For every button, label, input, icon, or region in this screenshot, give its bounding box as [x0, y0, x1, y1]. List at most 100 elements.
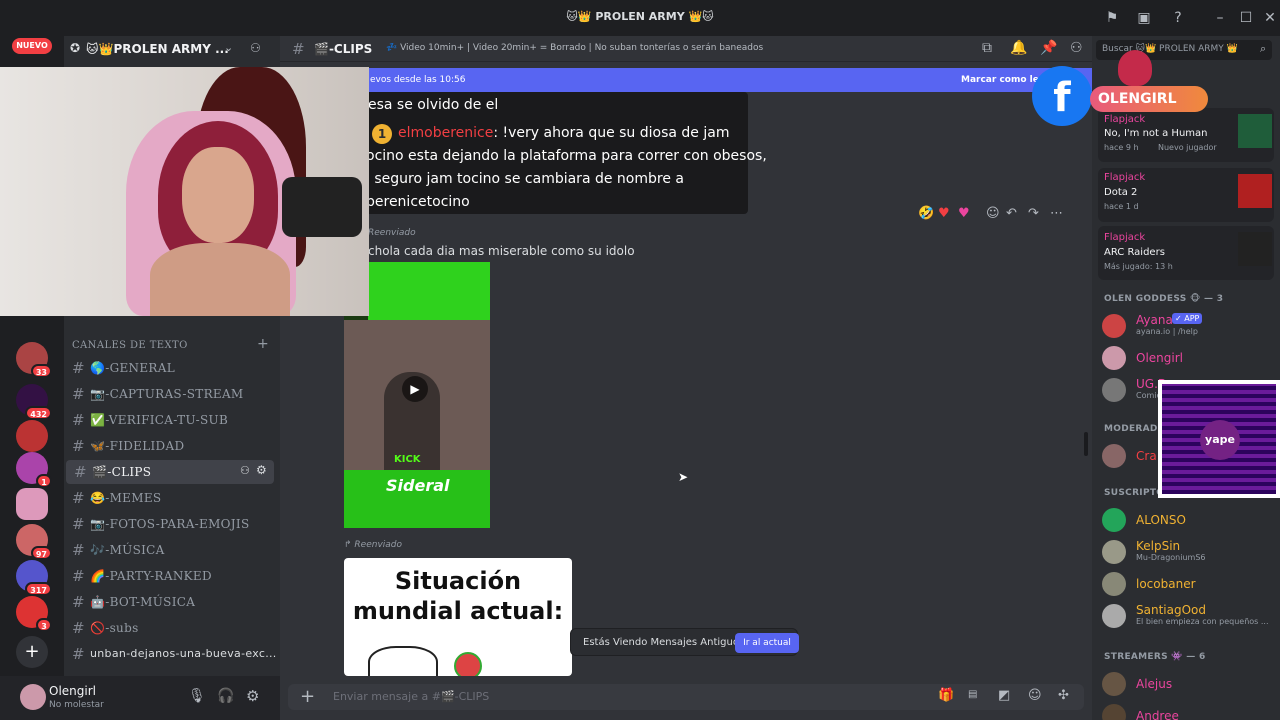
- member-alejus[interactable]: Alejus: [1102, 668, 1278, 700]
- server-icon[interactable]: 1: [16, 452, 52, 488]
- emoji-icon[interactable]: ☺: [1028, 688, 1042, 703]
- help-icon[interactable]: ?: [1168, 8, 1188, 28]
- sticker-icon[interactable]: ◩: [998, 688, 1010, 703]
- message-line: chola cada dia mas miserable como su ido…: [368, 244, 635, 258]
- reply-icon[interactable]: ↶: [1006, 206, 1017, 221]
- message-author[interactable]: elmoberenice: [398, 125, 493, 141]
- activity-game: ARC Raiders: [1104, 247, 1165, 258]
- server-icon[interactable]: 97: [16, 524, 52, 560]
- image-attachment[interactable]: Situación mundial actual:: [344, 558, 572, 676]
- avatar[interactable]: [20, 684, 46, 710]
- bell-icon[interactable]: 🔔: [1010, 40, 1027, 56]
- avatar: [1102, 444, 1126, 468]
- channel-subs[interactable]: # 🚫-subs: [64, 616, 280, 640]
- invite-icon[interactable]: ⚇: [240, 464, 250, 477]
- activity-card[interactable]: Flapjack No, I'm not a Human hace 9 h Nu…: [1098, 108, 1274, 162]
- minimize-icon[interactable]: –: [1210, 8, 1230, 28]
- add-channel-icon[interactable]: +: [257, 336, 269, 352]
- video-frame-green: Sideral: [344, 470, 490, 528]
- member-ayana[interactable]: Ayana ✓ APP ayana.io | /help: [1102, 310, 1278, 342]
- activity-card[interactable]: Flapjack ARC Raiders Más jugado: 13 h: [1098, 226, 1274, 280]
- microphone-icon[interactable]: 🎙: [188, 688, 206, 704]
- server-header[interactable]: ✪ 🐱👑PROLEN ARMY ... ⌄ ⚇: [64, 36, 280, 62]
- hash-icon: #: [72, 489, 85, 507]
- activity-user: Flapjack: [1104, 232, 1146, 243]
- old-messages-text: Estás Viendo Mensajes Antiguos: [583, 637, 745, 648]
- pink-heart-emoji-icon[interactable]: ♥: [958, 206, 970, 221]
- server-name: 🐱👑PROLEN ARMY ...: [86, 42, 229, 56]
- channel-party-ranked[interactable]: # 🌈-PARTY-RANKED: [64, 564, 280, 588]
- video-caption: KICK: [394, 454, 421, 465]
- member-list: Buscar 🐱👑 PROLEN ARMY 👑 ⌕ Flapjack No, I…: [1092, 36, 1280, 720]
- member-kelpsin[interactable]: KelpSin Mu-DragoniumS6: [1102, 536, 1278, 568]
- server-icon[interactable]: 317: [16, 560, 52, 596]
- apps-icon[interactable]: ✣: [1058, 688, 1069, 703]
- channel-capturas[interactable]: # 📷-CAPTURAS-STREAM: [64, 382, 280, 406]
- jump-to-present-button[interactable]: Ir al actual: [735, 633, 799, 653]
- server-icon[interactable]: 432: [16, 384, 52, 420]
- activity-card[interactable]: Flapjack Dota 2 hace 1 d: [1098, 168, 1274, 222]
- message-line: esa se olvido de el: [368, 97, 499, 113]
- server-icon[interactable]: 33: [16, 342, 52, 378]
- add-reaction-icon[interactable]: ☺: [986, 206, 1000, 221]
- forwarded-label: Reenviado: [368, 228, 416, 238]
- activity-meta: Nuevo jugador: [1158, 143, 1217, 152]
- chevron-down-icon[interactable]: ⌄: [224, 41, 233, 54]
- server-icon[interactable]: [16, 420, 48, 452]
- chat-area: # 🎬-CLIPS 💤 Video 10min+ | Video 20min+ …: [280, 36, 1092, 720]
- scrollbar-thumb[interactable]: [1084, 432, 1088, 456]
- message-composer[interactable]: + Enviar mensaje a #🎬-CLIPS 🎁 ▤ ◩ ☺ ✣: [288, 684, 1084, 710]
- message-input[interactable]: Enviar mensaje a #🎬-CLIPS: [333, 690, 489, 703]
- member-alonso[interactable]: ALONSO: [1102, 504, 1278, 536]
- search-placeholder: Buscar 🐱👑 PROLEN ARMY 👑: [1102, 44, 1238, 54]
- laugh-emoji-icon[interactable]: 🤣: [918, 206, 934, 221]
- channel-clips[interactable]: # 🎬-CLIPS ⚇ ⚙: [66, 460, 274, 484]
- channel-unban[interactable]: # unban-dejanos-una-bueva-exc...: [64, 642, 280, 666]
- search-icon[interactable]: ⌕: [1260, 42, 1266, 56]
- member-locobaner[interactable]: locobaner: [1102, 568, 1278, 600]
- channel-verifica[interactable]: # ✅-VERIFICA-TU-SUB: [64, 408, 280, 432]
- channel-memes[interactable]: # 😂-MEMES: [64, 486, 280, 510]
- avatar: [1102, 508, 1126, 532]
- more-icon[interactable]: ⋯: [1050, 206, 1063, 221]
- member-olengirl[interactable]: Olengirl: [1102, 342, 1278, 374]
- gear-icon[interactable]: ⚙: [256, 463, 267, 477]
- forward-icon[interactable]: ↷: [1028, 206, 1039, 221]
- channel-bot-musica[interactable]: # 🤖-BOT-MÚSICA: [64, 590, 280, 614]
- heart-emoji-icon[interactable]: ♥: [938, 206, 950, 221]
- channel-topic[interactable]: 💤 Video 10min+ | Video 20min+ = Borrado …: [386, 43, 763, 53]
- server-icon-selected[interactable]: [16, 488, 48, 520]
- qr-code: yape: [1158, 380, 1280, 498]
- activity-user: Flapjack: [1104, 172, 1146, 183]
- headphones-icon[interactable]: 🎧: [217, 688, 234, 704]
- channel-musica[interactable]: # 🎶-MÚSICA: [64, 538, 280, 562]
- video-frame-person: ▶ KICK: [344, 320, 490, 470]
- gift-icon[interactable]: 🎁: [938, 688, 954, 703]
- close-icon[interactable]: ✕: [1260, 8, 1280, 28]
- avatar: [1102, 346, 1126, 370]
- inbox-flag-icon[interactable]: ⚑: [1102, 8, 1122, 28]
- add-server-icon[interactable]: +: [16, 636, 48, 668]
- channel-fotos[interactable]: # 📷-FOTOS-PARA-EMOJIS: [64, 512, 280, 536]
- invite-icon[interactable]: ⚇: [250, 41, 261, 55]
- pin-icon[interactable]: 📌: [1040, 40, 1057, 56]
- gif-icon[interactable]: ▤: [968, 689, 977, 700]
- category-label[interactable]: CANALES DE TEXTO: [72, 340, 188, 351]
- member-andree[interactable]: Andree: [1102, 700, 1278, 720]
- server-icon[interactable]: 3: [16, 596, 52, 632]
- add-attachment-icon[interactable]: +: [300, 686, 315, 707]
- new-messages-banner[interactable]: evos desde las 10:56 Marcar como leído: [368, 68, 1092, 92]
- inbox-icon[interactable]: ▣: [1134, 8, 1154, 28]
- gear-icon[interactable]: ⚙: [246, 687, 259, 705]
- member-santiago[interactable]: SantiagOod El bien empieza con pequeños …: [1102, 600, 1278, 632]
- threads-icon[interactable]: ⧉: [982, 40, 992, 56]
- member-list-icon[interactable]: ⚇: [1070, 40, 1083, 56]
- maximize-icon[interactable]: ☐: [1236, 8, 1256, 28]
- level-badge: 1: [372, 124, 392, 144]
- forward-icon: ↱: [344, 540, 355, 550]
- channel-fidelidad[interactable]: # 🦋-FIDELIDAD: [64, 434, 280, 458]
- channel-general[interactable]: # 🌎-GENERAL: [64, 356, 280, 380]
- meme-drawing: [368, 646, 438, 676]
- qr-pattern: yape: [1162, 384, 1276, 494]
- play-icon[interactable]: ▶: [402, 376, 428, 402]
